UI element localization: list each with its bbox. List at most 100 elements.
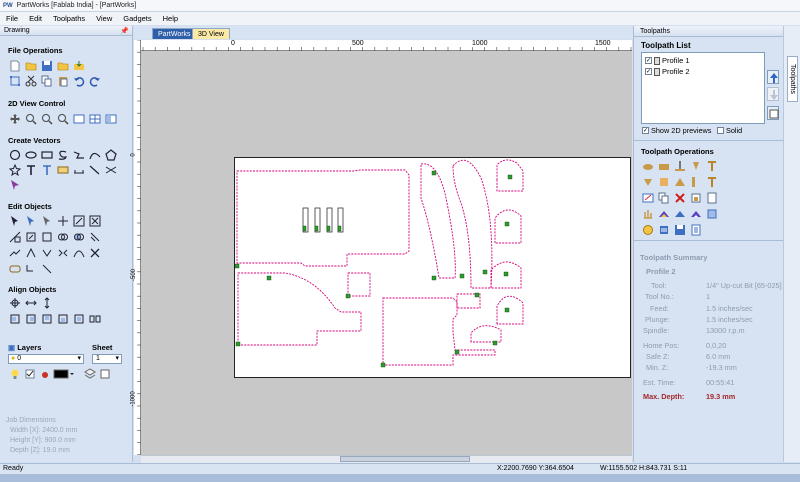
- pin-icon[interactable]: 📌: [120, 27, 129, 35]
- spiral-icon[interactable]: [56, 148, 69, 161]
- scissors-icon[interactable]: [88, 246, 101, 259]
- toolpath-item-profile-2[interactable]: ✓ Profile 2: [645, 67, 690, 76]
- nest-icon[interactable]: [8, 246, 21, 259]
- molding-toolpath-icon[interactable]: [705, 175, 718, 188]
- align-right-icon[interactable]: [24, 312, 37, 325]
- new-file-icon[interactable]: [8, 59, 21, 72]
- toolpath-item-checkbox[interactable]: ✓: [645, 68, 652, 75]
- text-on-curve-icon[interactable]: [40, 163, 53, 176]
- horizontal-scrollbar-thumb[interactable]: [340, 456, 470, 462]
- ramps-icon[interactable]: [657, 207, 670, 220]
- transform-icon[interactable]: [40, 214, 53, 227]
- polygon-icon[interactable]: [104, 148, 117, 161]
- show-2d-previews-option[interactable]: ✓ Show 2D previews: [642, 126, 711, 135]
- open-folder-icon[interactable]: [24, 59, 37, 72]
- edit-toolpath-icon[interactable]: [641, 191, 654, 204]
- corner-icon[interactable]: [40, 262, 53, 275]
- circle-icon[interactable]: [8, 148, 21, 161]
- setup-sheet-icon[interactable]: [657, 223, 670, 236]
- pocket-toolpath-icon[interactable]: [657, 159, 670, 172]
- simulate-icon[interactable]: [689, 223, 702, 236]
- solid-option[interactable]: Solid: [717, 126, 742, 135]
- leads-icon[interactable]: [673, 207, 686, 220]
- cut-icon[interactable]: [24, 74, 37, 87]
- layer-check-icon[interactable]: [23, 367, 36, 380]
- extend-icon[interactable]: [24, 262, 37, 275]
- copy-icon[interactable]: [40, 74, 53, 87]
- texture-toolpath-icon[interactable]: [705, 159, 718, 172]
- prism-toolpath-icon[interactable]: [673, 175, 686, 188]
- view-layout-icon[interactable]: [104, 112, 117, 125]
- preview-toolpath-icon[interactable]: [689, 191, 702, 204]
- size-icon[interactable]: [24, 230, 37, 243]
- delete-toolpath-icon[interactable]: [673, 191, 686, 204]
- fluting-toolpath-icon[interactable]: [641, 175, 654, 188]
- menu-gadgets[interactable]: Gadgets: [123, 14, 151, 23]
- distribute-icon[interactable]: [88, 312, 101, 325]
- rotate-icon[interactable]: [88, 214, 101, 227]
- align-bottom-icon[interactable]: [56, 312, 69, 325]
- subtract-icon[interactable]: [72, 230, 85, 243]
- color-swatch[interactable]: [53, 367, 75, 380]
- sheet-manager-icon[interactable]: [98, 367, 111, 380]
- paste-icon[interactable]: [56, 74, 69, 87]
- move-down-button[interactable]: [767, 87, 779, 101]
- merge-toolpaths-icon[interactable]: [705, 207, 718, 220]
- save-toolpath-icon[interactable]: [673, 223, 686, 236]
- distort-icon[interactable]: [40, 230, 53, 243]
- zoom-fit-icon[interactable]: [40, 112, 53, 125]
- material-sheet[interactable]: [234, 157, 631, 378]
- nest-parts-icon[interactable]: [689, 207, 702, 220]
- fillet-icon[interactable]: [88, 163, 101, 176]
- scale-icon[interactable]: [72, 214, 85, 227]
- toolpath-properties-button[interactable]: [767, 106, 779, 120]
- align-left-icon[interactable]: [8, 312, 21, 325]
- align-center-icon[interactable]: [8, 296, 21, 309]
- inlay-toolpath-icon[interactable]: [657, 175, 670, 188]
- array-icon[interactable]: [24, 246, 37, 259]
- align-horizontal-icon[interactable]: [24, 296, 37, 309]
- save-icon[interactable]: [40, 59, 53, 72]
- toolpath-item-profile-1[interactable]: ✓ Profile 1: [645, 56, 690, 65]
- smooth-icon[interactable]: [8, 262, 21, 275]
- polyline-icon[interactable]: [72, 148, 85, 161]
- align-vertical-icon[interactable]: [40, 296, 53, 309]
- zoom-box-icon[interactable]: [24, 112, 37, 125]
- bulb-icon[interactable]: [8, 367, 21, 380]
- measure-icon[interactable]: [72, 163, 85, 176]
- redo-icon[interactable]: [88, 74, 101, 87]
- open-folder-2-icon[interactable]: [56, 59, 69, 72]
- layer-manager-icon[interactable]: [83, 367, 96, 380]
- close-vectors-icon[interactable]: [56, 246, 69, 259]
- side-tab-toolpaths[interactable]: Toolpaths: [787, 56, 798, 102]
- profile-toolpath-icon[interactable]: [641, 159, 654, 172]
- import-icon[interactable]: [72, 59, 85, 72]
- tab-partworks[interactable]: PartWorks: [152, 28, 197, 39]
- view-sheet-icon[interactable]: [72, 112, 85, 125]
- trim-icon[interactable]: [104, 163, 117, 176]
- toolpath-item-checkbox[interactable]: ✓: [645, 57, 652, 64]
- summary-icon[interactable]: [641, 223, 654, 236]
- tab-3d-view[interactable]: 3D View: [192, 28, 230, 39]
- vcarve-toolpath-icon[interactable]: [689, 159, 702, 172]
- menu-help[interactable]: Help: [163, 14, 178, 23]
- join-icon[interactable]: [40, 246, 53, 259]
- menu-toolpaths[interactable]: Toolpaths: [53, 14, 85, 23]
- rectangle-icon[interactable]: [40, 148, 53, 161]
- align-middle-icon[interactable]: [72, 312, 85, 325]
- move-icon[interactable]: [56, 214, 69, 227]
- lock-icon[interactable]: [38, 367, 51, 380]
- weld-icon[interactable]: [56, 230, 69, 243]
- solid-checkbox[interactable]: [717, 127, 724, 134]
- layer-select[interactable]: ● 0 ▾: [8, 354, 84, 364]
- copy-toolpath-icon[interactable]: [657, 191, 670, 204]
- move-up-button[interactable]: [767, 70, 779, 84]
- view-grid-icon[interactable]: [88, 112, 101, 125]
- offset-icon[interactable]: [88, 230, 101, 243]
- select-icon[interactable]: [8, 214, 21, 227]
- curve-fit-icon[interactable]: [72, 246, 85, 259]
- pointer-icon[interactable]: [8, 178, 21, 191]
- ellipse-icon[interactable]: [24, 148, 37, 161]
- quick-engrave-icon[interactable]: [689, 175, 702, 188]
- tabs-icon[interactable]: [641, 207, 654, 220]
